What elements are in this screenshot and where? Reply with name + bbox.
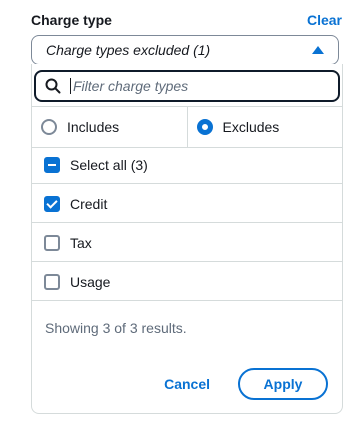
select-all-row[interactable]: Select all (3): [32, 146, 342, 184]
search-icon: [45, 78, 61, 94]
cancel-button[interactable]: Cancel: [164, 376, 210, 392]
filter-field[interactable]: [34, 70, 340, 102]
apply-button[interactable]: Apply: [238, 368, 328, 400]
select-all-label: Select all (3): [70, 156, 148, 173]
credit-checkbox[interactable]: [44, 195, 60, 212]
select-value: Charge types excluded (1): [46, 42, 211, 58]
results-count: Showing 3 of 3 results.: [45, 320, 187, 336]
credit-label: Credit: [70, 195, 108, 212]
charge-type-label: Charge type: [31, 12, 112, 28]
include-exclude-toggle: Includes Excludes: [32, 106, 342, 148]
tax-label: Tax: [70, 234, 92, 251]
option-tax[interactable]: Tax: [32, 224, 342, 262]
select-all-checkbox[interactable]: [44, 156, 60, 173]
includes-radio[interactable]: [41, 119, 57, 135]
excludes-label: Excludes: [222, 119, 280, 135]
filter-input[interactable]: [70, 78, 338, 94]
dropdown-footer: Cancel Apply: [32, 368, 342, 400]
caret-up-icon: [312, 46, 324, 54]
usage-label: Usage: [70, 273, 111, 290]
excludes-option[interactable]: Excludes: [186, 107, 343, 147]
filter-header: Charge type Clear: [31, 10, 342, 30]
tax-checkbox[interactable]: [44, 234, 60, 251]
clear-link[interactable]: Clear: [307, 12, 342, 28]
includes-option[interactable]: Includes: [32, 107, 187, 147]
option-credit[interactable]: Credit: [32, 185, 342, 223]
includes-label: Includes: [67, 119, 120, 135]
option-usage[interactable]: Usage: [32, 263, 342, 301]
charge-type-select[interactable]: Charge types excluded (1): [31, 35, 339, 65]
usage-checkbox[interactable]: [44, 273, 60, 290]
excludes-radio[interactable]: [196, 119, 213, 135]
charge-type-dropdown: Includes Excludes Select all (3) Credit …: [31, 64, 343, 414]
